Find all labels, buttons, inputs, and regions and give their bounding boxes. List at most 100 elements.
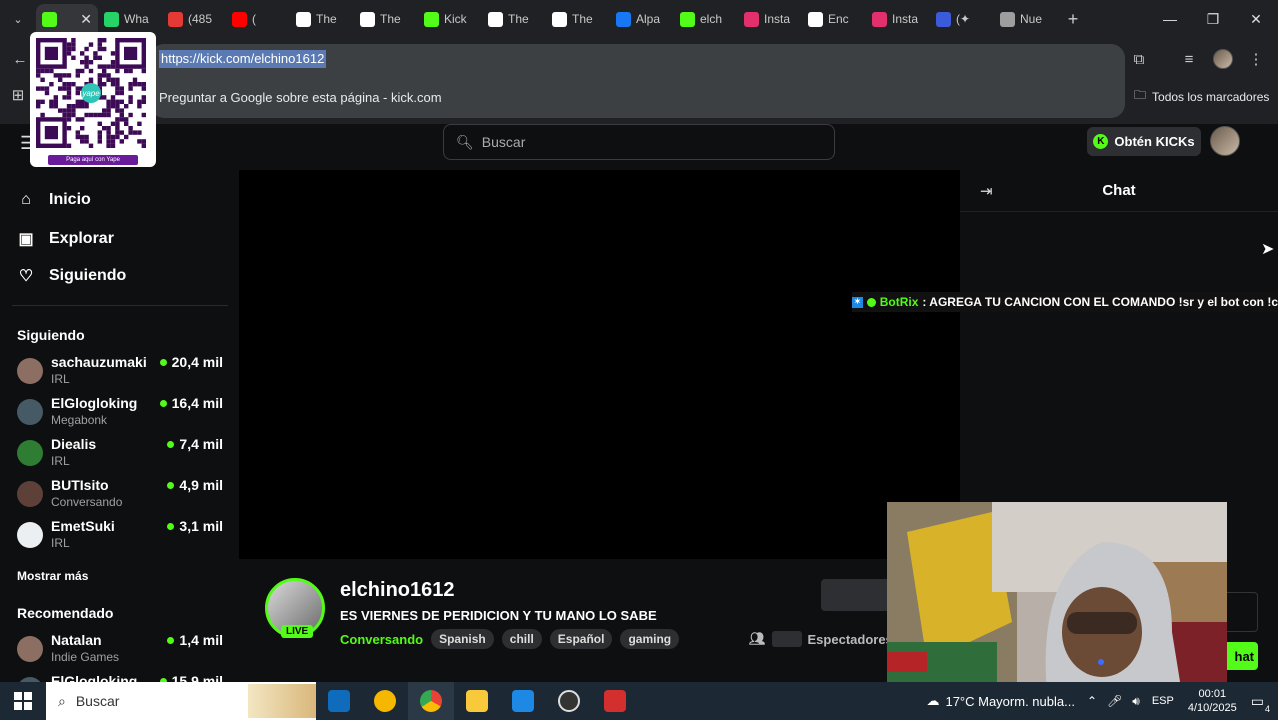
close-window-button[interactable]: ✕ (1234, 0, 1278, 38)
browser-tab[interactable]: The (482, 4, 546, 34)
extensions-icon[interactable]: ⧉ (1128, 48, 1150, 70)
tab-label: Wha (124, 12, 149, 26)
omnibox-suggestion[interactable]: Preguntar a Google sobre esta página - k… (159, 90, 442, 105)
browser-tab[interactable]: (485 (162, 4, 226, 34)
channel-item[interactable]: EmetSuki IRL 3,1 mil (17, 518, 223, 554)
browser-tab[interactable]: elch (674, 4, 738, 34)
game-app[interactable] (592, 682, 638, 720)
show-more-link[interactable]: Mostrar más (17, 569, 88, 583)
get-kicks-button[interactable]: K Obtén KICKs (1087, 127, 1201, 156)
kick-icon (680, 11, 695, 27)
close-tab-icon[interactable]: ✕ (80, 11, 92, 28)
chevron-up-icon[interactable]: ⌃ (1087, 694, 1097, 708)
medal-app[interactable] (362, 682, 408, 720)
browser-tab[interactable]: Enc (802, 4, 866, 34)
microphone-icon[interactable]: 🎤︎ (1107, 694, 1122, 708)
nav-explorar[interactable]: ▣ Explorar (17, 229, 113, 249)
menu-icon[interactable]: ⋮ (1245, 48, 1267, 70)
channel-avatar (17, 522, 43, 548)
channel-item[interactable]: sachauzumaki IRL 20,4 mil (17, 354, 223, 390)
live-badge: LIVE (281, 625, 314, 638)
tab-label: Insta (764, 12, 791, 26)
tab-label: Kick (444, 12, 467, 26)
tag-espanol[interactable]: Español (549, 629, 613, 649)
browser-tab[interactable]: Kick (418, 4, 482, 34)
follow-button[interactable] (821, 579, 891, 611)
nav-siguiendo[interactable]: ♡ Siguiendo (17, 266, 127, 286)
channel-avatar (17, 358, 43, 384)
browser-tab[interactable]: The (546, 4, 610, 34)
outlook-app[interactable] (316, 682, 362, 720)
live-dot-icon (167, 522, 175, 530)
apps-icon[interactable]: ⊞ (7, 84, 29, 106)
start-button[interactable] (0, 682, 46, 720)
video-player[interactable] (239, 170, 960, 559)
kick-icon (42, 11, 57, 27)
webcam-overlay (887, 502, 1227, 694)
kick-coin-icon: K (1093, 134, 1109, 149)
user-avatar[interactable] (1210, 126, 1240, 156)
tag-chill[interactable]: chill (501, 629, 542, 649)
volume-icon[interactable]: 🔊︎ (1132, 694, 1140, 709)
tab-label: Enc (828, 12, 849, 26)
browser-tab[interactable]: ( (226, 4, 290, 34)
browser-tab[interactable]: (✦ (930, 4, 994, 34)
channel-avatar (17, 636, 43, 662)
taskbar-search[interactable]: ⌕ Buscar (46, 682, 316, 720)
tab-search-button[interactable]: ⌄ (0, 0, 36, 38)
address-bar[interactable]: https://kick.com/elchino1612 (159, 50, 327, 68)
channel-item[interactable]: Diealis IRL 7,4 mil (17, 436, 223, 472)
channel-name: BUTIsito (51, 477, 109, 493)
chat-header: ⇥ Chat (960, 170, 1278, 212)
media-icon[interactable]: ≡ (1178, 48, 1200, 70)
restore-button[interactable]: ❐ (1191, 0, 1235, 38)
mouse-cursor-icon: ➤ (1261, 241, 1275, 258)
chrome-app[interactable] (408, 682, 454, 720)
channel-item[interactable]: ElGlogloking Megabonk 16,4 mil (17, 395, 223, 431)
notifications-button[interactable]: ▭ 4 (1250, 692, 1270, 714)
notification-icon: ▭ (1250, 692, 1264, 709)
channel-item[interactable]: BUTIsito Conversando 4,9 mil (17, 477, 223, 513)
clock[interactable]: 00:01 4/10/2025 (1188, 687, 1237, 715)
search-icon: ⌕ (58, 692, 66, 709)
kick-icon (424, 11, 439, 27)
store-app[interactable] (500, 682, 546, 720)
browser-tab[interactable]: Nue (994, 4, 1058, 34)
channel-category: IRL (51, 536, 70, 550)
instagram-icon (872, 11, 887, 27)
browser-tab[interactable]: The (290, 4, 354, 34)
viewers-icon: 👥︎ (749, 631, 766, 646)
all-bookmarks[interactable]: 🗀 Todos los marcadores (1134, 86, 1269, 107)
browser-tab[interactable]: Wha (98, 4, 162, 34)
browser-tab[interactable]: The (354, 4, 418, 34)
tag-spanish[interactable]: Spanish (431, 629, 494, 649)
search-input[interactable]: 🔍︎ Buscar (443, 124, 835, 160)
channel-item[interactable]: Natalan Indie Games 1,4 mil (17, 632, 223, 668)
back-icon[interactable]: ← (9, 48, 31, 70)
obs-app[interactable] (546, 682, 592, 720)
channel-name[interactable]: elchino1612 (340, 579, 455, 602)
browser-tab[interactable]: ✕ (36, 4, 98, 34)
browser-tab[interactable]: Insta (866, 4, 930, 34)
following-heading: Siguiendo (17, 327, 85, 343)
new-tab-button[interactable]: + (1058, 4, 1088, 34)
nav-inicio[interactable]: ⌂ Inicio (17, 191, 91, 209)
language-indicator[interactable]: ESP (1152, 695, 1174, 707)
minimize-button[interactable]: — (1148, 0, 1192, 38)
stream-category[interactable]: Conversando (340, 632, 423, 647)
verified-badge-icon (866, 297, 876, 307)
channel-avatar (17, 440, 43, 466)
browser-tab[interactable]: Alpa (610, 4, 674, 34)
chat-title: Chat (1102, 182, 1136, 199)
viewer-count: 20,4 mil (159, 354, 223, 370)
youtube-icon (232, 11, 247, 27)
tag-gaming[interactable]: gaming (620, 629, 680, 649)
channel-category: Conversando (51, 495, 123, 509)
whatsapp-icon (104, 11, 119, 27)
yape-qr-code: yape Paga aquí con Yape (30, 32, 156, 167)
explorer-app[interactable] (454, 682, 500, 720)
profile-avatar[interactable] (1213, 49, 1233, 69)
folder-icon (466, 690, 488, 712)
tab-label: (485 (188, 12, 213, 26)
browser-tab[interactable]: Insta (738, 4, 802, 34)
